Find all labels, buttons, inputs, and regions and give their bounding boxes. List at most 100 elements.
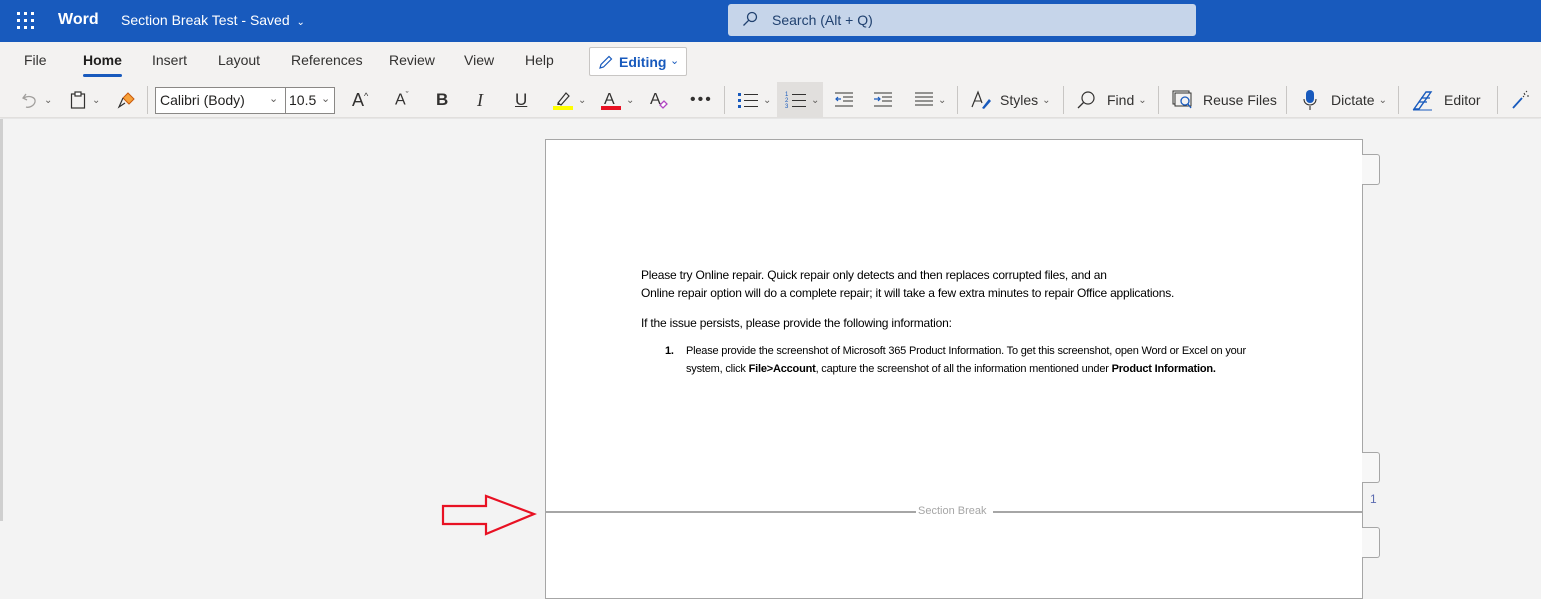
shrink-font-button[interactable]: Aˇ: [395, 82, 409, 118]
document-title[interactable]: Section Break Test - Saved ⌄: [121, 12, 305, 28]
undo-button[interactable]: ⌄: [20, 82, 52, 118]
chevron-down-icon: ⌄: [763, 94, 772, 106]
section-break-label: Section Break: [918, 505, 987, 517]
tab-home[interactable]: Home: [83, 52, 122, 77]
paragraph: Please try Online repair. Quick repair o…: [641, 266, 1261, 302]
paste-button[interactable]: ⌄: [68, 82, 100, 118]
editor-button[interactable]: Editor: [1412, 82, 1481, 118]
decrease-indent-icon: [835, 92, 853, 107]
highlight-button[interactable]: ⌄: [552, 82, 586, 118]
more-options-button[interactable]: •••: [690, 82, 713, 118]
underline-icon: U: [515, 90, 528, 109]
clear-formatting-icon: A: [650, 91, 668, 109]
bullets-button[interactable]: ⌄: [737, 82, 771, 118]
document-page[interactable]: Please try Online repair. Quick repair o…: [545, 139, 1363, 599]
toolbar-separator: [1286, 86, 1287, 114]
search-icon: [743, 11, 758, 26]
page-number: 1: [1370, 492, 1377, 506]
font-name-dropdown[interactable]: Calibri (Body): [160, 92, 245, 108]
find-button[interactable]: Find ⌄: [1076, 82, 1147, 118]
dictate-label: Dictate: [1331, 92, 1375, 108]
document-name: Section Break Test: [121, 12, 238, 28]
grow-font-icon: A^: [352, 89, 369, 110]
list-item: 1. Please provide the screenshot of Micr…: [641, 342, 1261, 378]
tab-references[interactable]: References: [291, 52, 363, 68]
svg-text:3: 3: [785, 104, 789, 110]
tab-help[interactable]: Help: [525, 52, 554, 68]
font-selector: Calibri (Body) ⌄ 10.5 ⌄: [155, 87, 335, 114]
toolbar-separator: [1497, 86, 1498, 114]
increase-indent-button[interactable]: [873, 82, 893, 118]
align-icon: [915, 92, 933, 106]
font-color-button[interactable]: A ⌄: [600, 82, 634, 118]
toolbar-separator: [147, 86, 148, 114]
styles-button[interactable]: Styles ⌄: [970, 82, 1051, 118]
toolbar-separator: [1063, 86, 1064, 114]
tab-insert[interactable]: Insert: [152, 52, 187, 68]
align-button[interactable]: ⌄: [914, 82, 946, 118]
shrink-font-icon: Aˇ: [395, 90, 409, 109]
styles-label: Styles: [1000, 92, 1039, 108]
format-painter-button[interactable]: [117, 82, 137, 118]
toolbar-separator: [724, 86, 725, 114]
designer-button[interactable]: [1511, 82, 1531, 118]
margin-comment-tab[interactable]: [1362, 154, 1380, 185]
section-break-line: [546, 511, 916, 513]
editing-mode-button[interactable]: Editing ⌄: [589, 47, 687, 76]
margin-comment-tab[interactable]: [1362, 452, 1380, 483]
italic-icon: I: [477, 89, 483, 110]
styles-icon: [971, 90, 991, 109]
clipboard-icon: [70, 91, 86, 109]
app-launcher-icon[interactable]: [17, 12, 34, 29]
toolbar-separator: [1398, 86, 1399, 114]
list-text: , capture the screenshot of all the info…: [815, 363, 1112, 375]
document-body[interactable]: Please try Online repair. Quick repair o…: [641, 266, 1261, 378]
numbering-button[interactable]: 123 ⌄: [785, 82, 819, 118]
underline-button[interactable]: U: [515, 82, 527, 118]
ribbon: File Home Insert Layout References Revie…: [0, 42, 1541, 118]
font-color-icon: A: [601, 91, 621, 110]
list-text-bold: Product Information.: [1111, 363, 1216, 375]
font-size-dropdown[interactable]: 10.5: [289, 92, 316, 108]
paragraph: If the issue persists, please provide th…: [641, 316, 952, 330]
tab-view[interactable]: View: [464, 52, 494, 68]
app-name[interactable]: Word: [58, 11, 99, 29]
grow-font-button[interactable]: A^: [352, 82, 368, 118]
search-box[interactable]: Search (Alt + Q): [728, 4, 1196, 36]
dictate-button[interactable]: Dictate ⌄: [1302, 82, 1387, 118]
more-icon: •••: [690, 91, 713, 108]
chevron-down-icon: ⌄: [1042, 94, 1051, 106]
decrease-indent-button[interactable]: [834, 82, 854, 118]
margin-comment-tab[interactable]: [1362, 527, 1380, 558]
chevron-down-icon: ⌄: [578, 94, 587, 106]
magic-wand-icon: [1512, 90, 1529, 109]
microphone-icon: [1303, 90, 1317, 110]
undo-icon: [22, 93, 36, 108]
scrollbar[interactable]: [0, 119, 3, 521]
list-text-bold: File>Account: [748, 363, 816, 375]
tab-file[interactable]: File: [24, 52, 47, 68]
editing-mode-label: Editing: [619, 54, 667, 70]
chevron-down-icon: ⌄: [670, 55, 680, 67]
bold-icon: B: [436, 90, 449, 109]
tab-review[interactable]: Review: [389, 52, 435, 68]
chevron-down-icon: ⌄: [92, 94, 101, 106]
svg-text:A: A: [650, 91, 661, 108]
list-number: 1.: [665, 345, 674, 357]
italic-button[interactable]: I: [477, 82, 483, 118]
chevron-down-icon[interactable]: ⌄: [321, 92, 330, 105]
format-painter-icon: [117, 92, 135, 109]
toolbar-separator: [1158, 86, 1159, 114]
chevron-down-icon: ⌄: [811, 94, 820, 106]
clear-formatting-button[interactable]: A: [648, 82, 670, 118]
search-placeholder: Search (Alt + Q): [772, 12, 873, 28]
editor-label: Editor: [1444, 92, 1481, 108]
search-icon: [1077, 91, 1095, 109]
reuse-files-button[interactable]: Reuse Files: [1172, 82, 1277, 118]
chevron-down-icon[interactable]: ⌄: [269, 92, 278, 105]
annotation-arrow-icon: [441, 494, 537, 536]
find-label: Find: [1107, 92, 1135, 108]
chevron-down-icon: ⌄: [1378, 94, 1387, 106]
bold-button[interactable]: B: [436, 82, 448, 118]
tab-layout[interactable]: Layout: [218, 52, 260, 68]
